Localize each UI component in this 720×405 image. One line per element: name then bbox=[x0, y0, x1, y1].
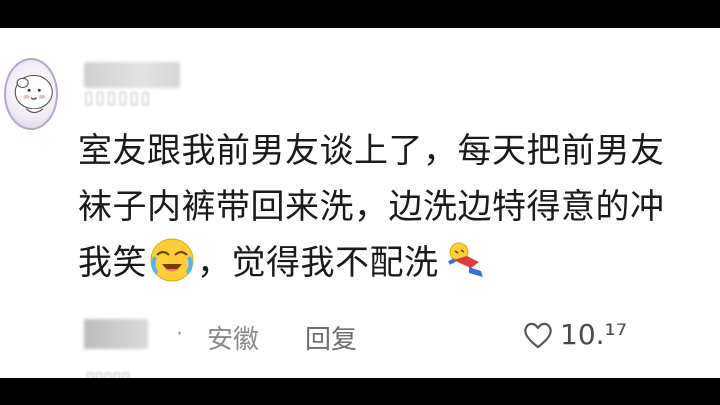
timestamp-redacted bbox=[84, 319, 148, 349]
next-comment-redacted: ▯▯▯▯▯ bbox=[86, 368, 131, 378]
username-redacted[interactable] bbox=[84, 62, 180, 88]
ip-location: 安徽 bbox=[207, 325, 260, 355]
fallen-down-emoji-icon bbox=[441, 237, 487, 283]
comment-line-3-text: 我笑 bbox=[78, 243, 147, 283]
comment-line-2: 袜子内裤带回来洗，边洗边特得意的冲 bbox=[78, 187, 665, 227]
avatar[interactable] bbox=[4, 58, 58, 130]
crying-laughing-emoji-icon bbox=[149, 237, 195, 283]
comment-line-3: 我笑 ，觉得我不配洗 bbox=[78, 235, 720, 291]
heart-icon[interactable] bbox=[522, 320, 554, 350]
comment-line-3-suffix: ，觉得我不配洗 bbox=[197, 243, 439, 283]
comment-text: 室友跟我前男友谈上了，每天把前男友 袜子内裤带回来洗，边洗边特得意的冲 我笑 ，… bbox=[78, 123, 720, 291]
avatar-cartoon-icon bbox=[14, 74, 53, 114]
meta-separator: · bbox=[176, 322, 183, 347]
comment-card: ▯▯▯▯▯▯ 室友跟我前男友谈上了，每天把前男友 袜子内裤带回来洗，边洗边特得意… bbox=[0, 28, 720, 378]
reply-button[interactable]: 回复 bbox=[305, 319, 357, 356]
like-count: 10.¹⁷ bbox=[560, 318, 627, 351]
comment-line-1: 室友跟我前男友谈上了，每天把前男友 bbox=[78, 131, 665, 171]
username-secondary-redacted: ▯▯▯▯▯▯ bbox=[84, 88, 153, 108]
video-frame: ▯▯▯▯▯▯ 室友跟我前男友谈上了，每天把前男友 袜子内裤带回来洗，边洗边特得意… bbox=[0, 0, 720, 405]
